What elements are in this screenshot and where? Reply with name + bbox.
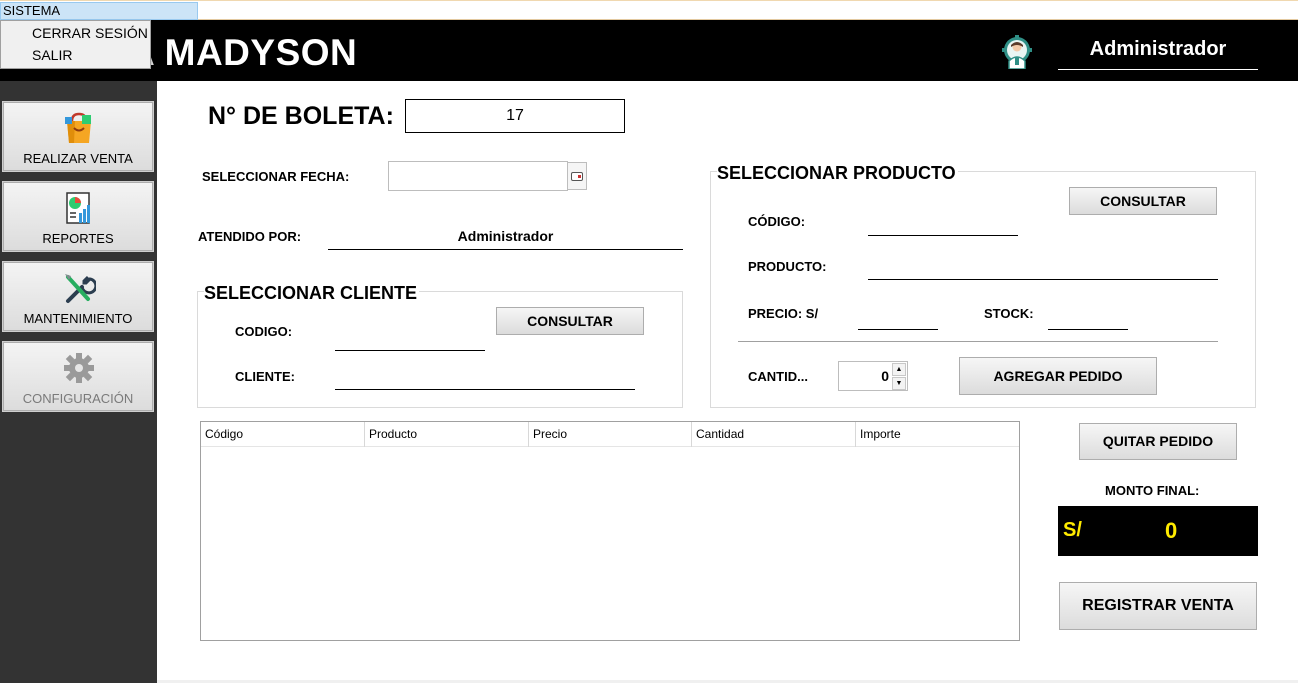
fecha-input[interactable] xyxy=(388,161,568,191)
currency-symbol: S/ xyxy=(1063,519,1082,541)
cantidad-spinner[interactable]: 0 ▲ ▼ xyxy=(838,361,908,391)
menu-bar: SISTEMA xyxy=(0,0,1298,20)
sidebar-item-reportes[interactable]: REPORTES xyxy=(2,181,154,252)
table-header: Código Producto Precio Cantidad Importe xyxy=(201,422,1019,447)
precio-value xyxy=(858,308,938,330)
sidebar-item-realizar-venta[interactable]: REALIZAR VENTA xyxy=(2,101,154,172)
sales-window: A MADYSON Administrador SISTEMA CERRAR S… xyxy=(0,0,1298,683)
menu-item-cerrar-sesion[interactable]: CERRAR SESIÓN xyxy=(32,25,148,41)
sidebar-item-label: MANTENIMIENTO xyxy=(23,311,133,326)
atendido-label: ATENDIDO POR: xyxy=(198,229,302,244)
cliente-label: CLIENTE: xyxy=(235,369,295,384)
codigo-cliente-value xyxy=(335,330,485,351)
registrar-venta-button[interactable]: REGISTRAR VENTA xyxy=(1059,582,1257,630)
spinner-up-arrow-icon[interactable]: ▲ xyxy=(892,363,906,376)
boleta-label: N° DE BOLETA: xyxy=(208,102,394,130)
app-header: A MADYSON Administrador xyxy=(0,20,1298,81)
column-header-codigo[interactable]: Código xyxy=(201,422,365,447)
codigo-cliente-label: CODIGO: xyxy=(235,324,293,339)
cantidad-label: CANTID... xyxy=(748,369,808,384)
calendar-icon xyxy=(571,172,583,181)
app-title: A MADYSON xyxy=(128,32,358,73)
monto-final-label: MONTO FINAL: xyxy=(1105,483,1200,498)
cliente-group-title: SELECCIONAR CLIENTE xyxy=(204,283,420,304)
admin-gear-icon xyxy=(1002,35,1032,69)
column-header-producto[interactable]: Producto xyxy=(365,422,529,447)
producto-separator xyxy=(738,341,1218,342)
sistema-dropdown: CERRAR SESIÓN SALIR xyxy=(0,20,151,69)
consultar-cliente-button[interactable]: CONSULTAR xyxy=(496,307,644,335)
cantidad-value: 0 xyxy=(881,368,889,384)
sidebar-item-mantenimiento[interactable]: MANTENIMIENTO xyxy=(2,261,154,332)
sidebar-item-configuracion[interactable]: CONFIGURACIÓN xyxy=(2,341,154,412)
cliente-value xyxy=(335,369,635,390)
producto-value xyxy=(868,258,1218,280)
spinner-down-arrow-icon[interactable]: ▼ xyxy=(892,377,906,390)
sidebar-item-label: CONFIGURACIÓN xyxy=(22,391,134,406)
atendido-value: Administrador xyxy=(328,228,683,250)
stock-label: STOCK: xyxy=(984,306,1034,321)
column-header-importe[interactable]: Importe xyxy=(856,422,1019,447)
pedido-table[interactable]: Código Producto Precio Cantidad Importe xyxy=(200,421,1020,641)
gear-icon xyxy=(64,353,94,383)
tools-icon xyxy=(65,274,96,303)
codigo-producto-label: CÓDIGO: xyxy=(748,214,806,229)
stock-value xyxy=(1048,308,1128,330)
column-header-precio[interactable]: Precio xyxy=(529,422,692,447)
quitar-pedido-button[interactable]: QUITAR PEDIDO xyxy=(1079,423,1237,460)
consultar-producto-button[interactable]: CONSULTAR xyxy=(1069,187,1217,215)
column-header-cantidad[interactable]: Cantidad xyxy=(692,422,856,447)
menu-item-salir[interactable]: SALIR xyxy=(32,47,72,63)
logged-user-name: Administrador xyxy=(1058,38,1258,70)
codigo-producto-value xyxy=(868,214,1018,236)
agregar-pedido-button[interactable]: AGREGAR PEDIDO xyxy=(959,357,1157,395)
sidebar: REALIZAR VENTA REPORTES MANTENIMIENTO CO… xyxy=(0,81,157,683)
fecha-label: SELECCIONAR FECHA: xyxy=(202,169,350,184)
shopping-bag-icon xyxy=(65,112,91,143)
calendar-button[interactable] xyxy=(567,162,587,190)
monto-final-value: 0 xyxy=(1165,518,1178,543)
report-chart-icon xyxy=(66,192,90,224)
producto-label: PRODUCTO: xyxy=(748,259,827,274)
monto-final-display: S/ 0 xyxy=(1058,506,1258,556)
menu-sistema[interactable]: SISTEMA xyxy=(0,2,198,20)
sidebar-item-label: REPORTES xyxy=(42,231,114,246)
sidebar-item-label: REALIZAR VENTA xyxy=(23,151,133,166)
producto-group-title: SELECCIONAR PRODUCTO xyxy=(717,163,958,184)
precio-label: PRECIO: S/ xyxy=(748,306,819,321)
boleta-number-field: 17 xyxy=(405,99,625,133)
